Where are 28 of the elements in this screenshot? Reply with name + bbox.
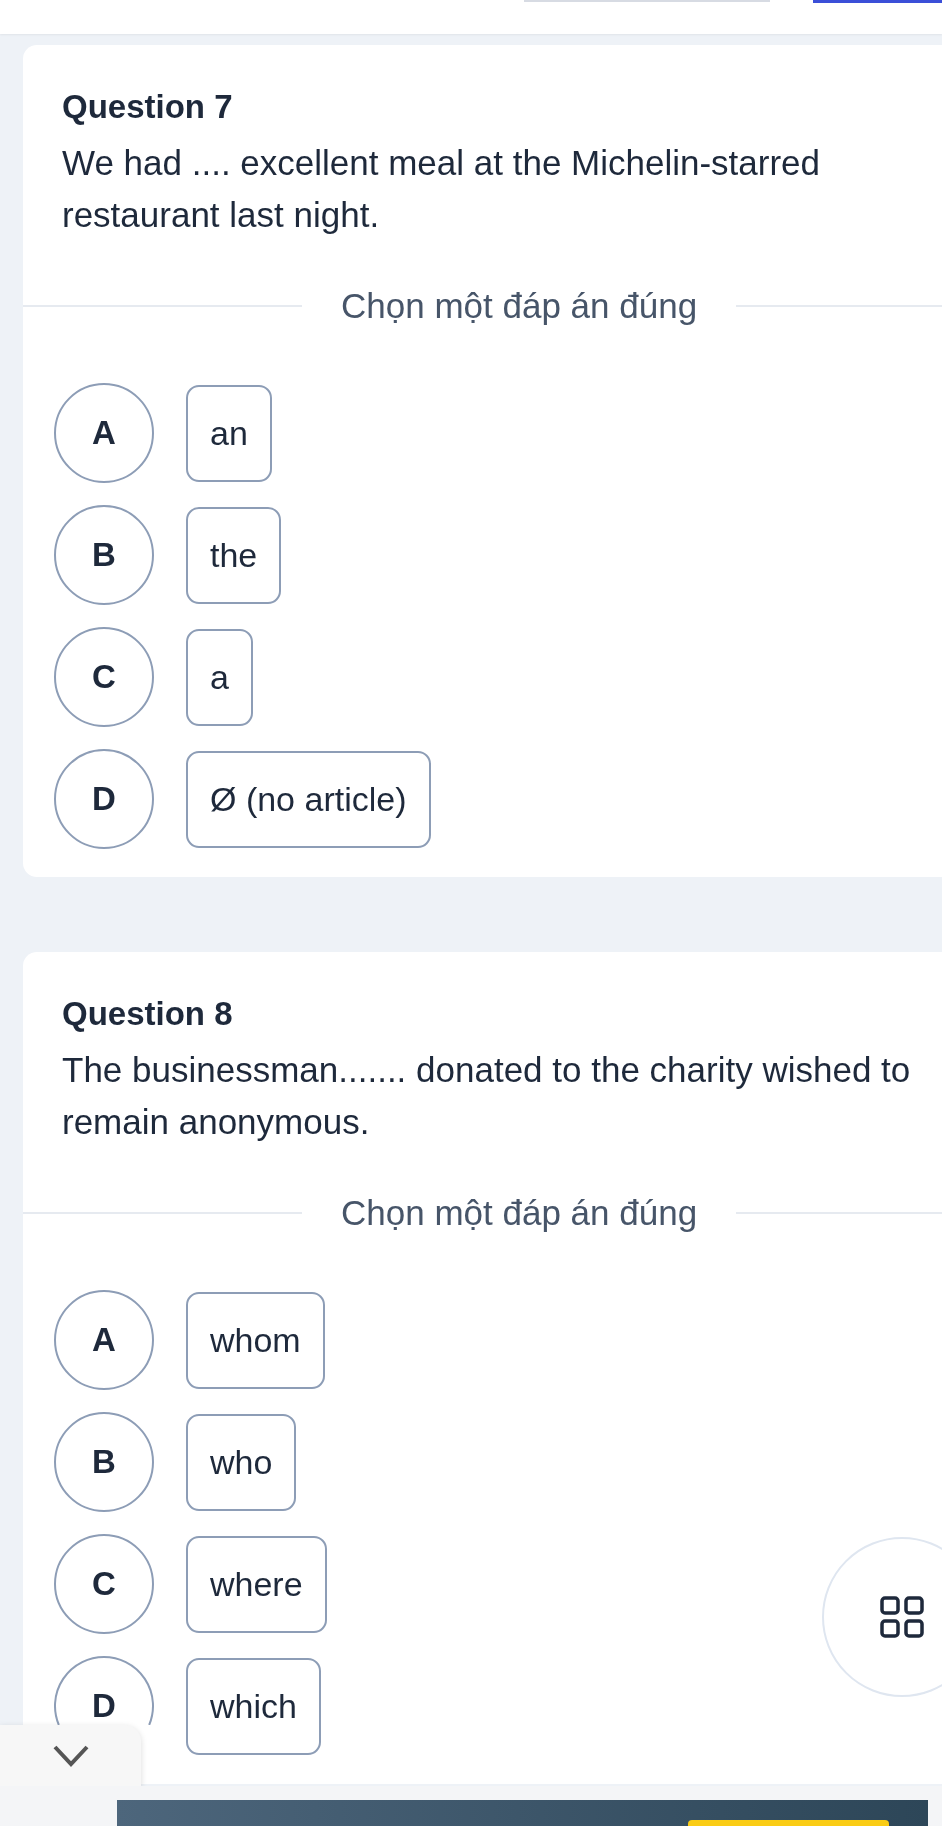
answer-option-button[interactable]: an [186, 385, 272, 482]
answer-option-button[interactable]: the [186, 507, 282, 604]
grid-icon [880, 1596, 924, 1638]
tab-indicator[interactable] [813, 0, 942, 3]
answer-letter-button[interactable]: D [54, 749, 154, 849]
answer-letter-button[interactable]: B [54, 1412, 154, 1512]
answer-option-button[interactable]: which [186, 1658, 321, 1755]
answer-letter-button[interactable]: C [54, 1534, 154, 1634]
answer-option-button[interactable]: where [186, 1536, 327, 1633]
answer-letter-button[interactable]: B [54, 505, 154, 605]
answer-letter-button[interactable]: D [54, 1656, 154, 1725]
answer-letter-button[interactable]: A [54, 383, 154, 483]
question-text: The businessman....... donated to the charity wished to remain anonymous. [62, 1049, 912, 1143]
question-title: Question 7 [62, 87, 233, 127]
answer-option-button[interactable]: whom [186, 1292, 325, 1389]
answer-letter-button[interactable]: A [54, 1290, 154, 1390]
instruction-label: Chọn một đáp án đúng [341, 1192, 698, 1234]
question-title: Question 8 [62, 994, 233, 1034]
answer-option-button[interactable]: Ø (no article) [186, 751, 431, 848]
question-text: We had .... excellent meal at the Michelin-starred restaurant last night. [62, 142, 822, 236]
tab-indicator[interactable] [524, 0, 771, 2]
instruction-label: Chọn một đáp án đúng [341, 285, 698, 327]
answer-letter-button[interactable]: C [54, 627, 154, 727]
answer-option-button[interactable]: who [186, 1414, 297, 1511]
answer-option-button[interactable]: a [186, 629, 253, 726]
promo-button[interactable] [688, 1820, 889, 1826]
chevron-down-icon [52, 1744, 89, 1767]
collapse-button[interactable] [0, 1725, 141, 1786]
